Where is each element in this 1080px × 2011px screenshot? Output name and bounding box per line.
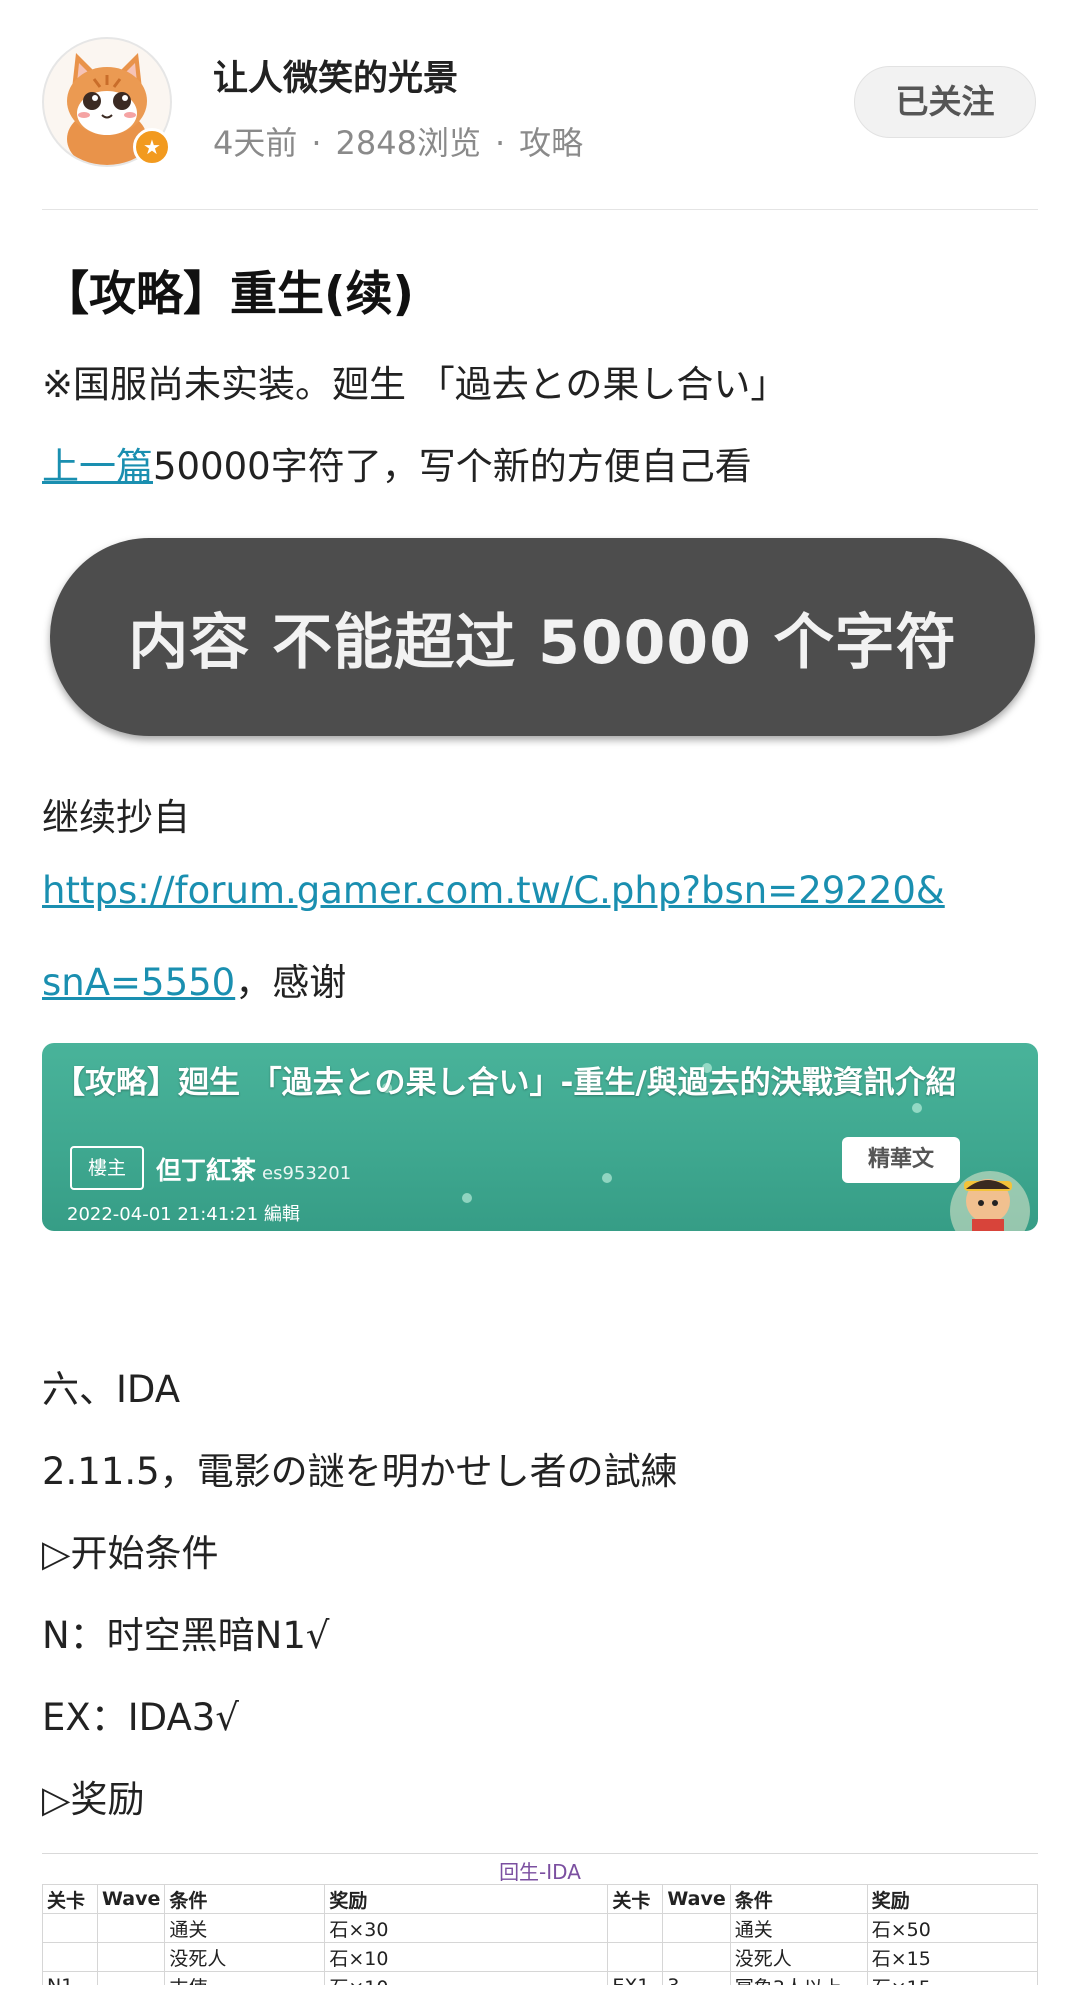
post-category[interactable]: 攻略 xyxy=(519,124,583,162)
source-url-line-2: snA=5550，感谢 xyxy=(42,952,346,1006)
author-name[interactable]: 让人微笑的光景 xyxy=(213,50,458,101)
table-row: 没死人 石×10 没死人 石×15 xyxy=(42,1942,1038,1972)
view-count: 2848浏览 xyxy=(335,124,481,162)
table-header-cell: 关卡 xyxy=(42,1884,98,1914)
banner-author-id: es953201 xyxy=(262,1163,352,1184)
table-cell xyxy=(42,1913,98,1943)
start-condition-heading: ▷开始条件 xyxy=(42,1532,219,1575)
table-cell xyxy=(96,1913,166,1943)
source-url-line-1: https://forum.gamer.com.tw/C.php?bsn=292… xyxy=(42,869,945,912)
table-cell xyxy=(96,1971,166,1985)
table-cell xyxy=(42,1942,98,1972)
reward-heading: ▷奖励 xyxy=(42,1778,145,1821)
banner-op-tag: 樓主 xyxy=(70,1146,144,1190)
copied-from-text: 继续抄自 xyxy=(42,796,190,839)
banner-author: 但丁紅茶 es953201 xyxy=(156,1151,351,1187)
source-post-banner[interactable]: 【攻略】廻生 「過去との果し合い」-重生/與過去的決戰資訊介紹 樓主 但丁紅茶 e… xyxy=(42,1043,1038,1231)
condition-ex: EX：IDA3√ xyxy=(42,1696,239,1739)
table-cell xyxy=(96,1942,166,1972)
source-url-link-cont[interactable]: snA=5550 xyxy=(42,961,235,1004)
post-time: 4天前 xyxy=(213,124,298,162)
character-limit-screenshot: 内容 不能超过 50000 个字符 xyxy=(50,538,1035,736)
table-cell: 石×15 xyxy=(866,1942,1038,1972)
table-cell xyxy=(607,1942,664,1972)
article-title: 【攻略】重生(续) xyxy=(42,267,414,322)
table-header-row: 关卡 Wave 条件 奖励 关卡 Wave 条件 奖励 xyxy=(42,1884,1038,1914)
table-cell: 石×10 xyxy=(324,1942,609,1972)
table-header-cell: 奖励 xyxy=(866,1884,1038,1914)
post-meta: 4天前 · 2848浏览 · 攻略 xyxy=(213,118,583,164)
table-cell: 没死人 xyxy=(729,1942,868,1972)
banner-date: 2022-04-01 21:41:21 編輯 xyxy=(67,1204,300,1225)
source-url-link[interactable]: https://forum.gamer.com.tw/C.php?bsn=292… xyxy=(42,869,945,912)
rewards-table: 关卡 Wave 条件 奖励 关卡 Wave 条件 奖励 通关 石×30 通关 石… xyxy=(42,1884,1038,1985)
table-cell: 石×50 xyxy=(866,1913,1038,1943)
table-header-cell: 条件 xyxy=(164,1884,326,1914)
banner-author-name: 但丁紅茶 xyxy=(156,1156,257,1185)
table-cell xyxy=(607,1913,664,1943)
table-cell xyxy=(662,1913,731,1943)
article-line-2-text: 50000字符了，写个新的方便自己看 xyxy=(153,445,752,488)
section-heading: 六、IDA xyxy=(42,1368,181,1411)
table-row: 通关 石×30 通关 石×50 xyxy=(42,1913,1038,1943)
table-cell: 没死人 xyxy=(164,1942,326,1972)
table-cell: 3 xyxy=(662,1971,731,1985)
section-subtitle: 2.11.5，電影の謎を明かせし者の試練 xyxy=(42,1450,678,1493)
table-cell: 通关 xyxy=(164,1913,326,1943)
table-cell xyxy=(662,1942,731,1972)
meta-separator: · xyxy=(495,124,506,162)
table-header-cell: Wave xyxy=(662,1884,731,1914)
table-cell: EX1 xyxy=(607,1971,664,1985)
table-cell: N1 xyxy=(42,1971,98,1985)
table-header-cell: 关卡 xyxy=(607,1884,664,1914)
prev-post-link[interactable]: 上一篇 xyxy=(42,445,153,488)
table-header-cell: 条件 xyxy=(729,1884,868,1914)
follow-button[interactable]: 已关注 xyxy=(854,66,1036,138)
table-header-cell: Wave xyxy=(96,1884,166,1914)
screenshot-text: 内容 不能超过 50000 个字符 xyxy=(128,607,957,678)
table-cell: 石×15 xyxy=(866,1971,1038,1985)
header-divider xyxy=(42,209,1038,210)
table-cell: 末使 xyxy=(164,1971,326,1985)
rewards-table-image: 回生-IDA 关卡 Wave 条件 奖励 关卡 Wave 条件 奖励 通关 石×… xyxy=(42,1853,1038,1985)
article-line-1: ※国服尚未实装。廻生 「過去との果し合い」 xyxy=(42,363,788,406)
table-header-cell: 奖励 xyxy=(324,1884,609,1914)
table-cell: 冥象3人以上 xyxy=(729,1971,868,1985)
article-line-2: 上一篇50000字符了，写个新的方便自己看 xyxy=(42,436,752,490)
meta-separator: · xyxy=(311,124,322,162)
verified-badge-icon: ★ xyxy=(133,128,171,166)
table-row: N1 末使 石×10 EX1 3 冥象3人以上 石×15 xyxy=(42,1971,1038,1985)
condition-normal: N：时空黑暗N1√ xyxy=(42,1614,330,1657)
mascot-icon xyxy=(950,1171,1030,1231)
thanks-text: ，感谢 xyxy=(235,961,347,1004)
table-caption: 回生-IDA xyxy=(499,1860,581,1884)
table-cell: 通关 xyxy=(729,1913,868,1943)
table-cell: 石×30 xyxy=(324,1913,609,1943)
banner-title: 【攻略】廻生 「過去との果し合い」-重生/與過去的決戰資訊介紹 xyxy=(54,1065,957,1101)
table-cell: 石×10 xyxy=(324,1971,609,1985)
